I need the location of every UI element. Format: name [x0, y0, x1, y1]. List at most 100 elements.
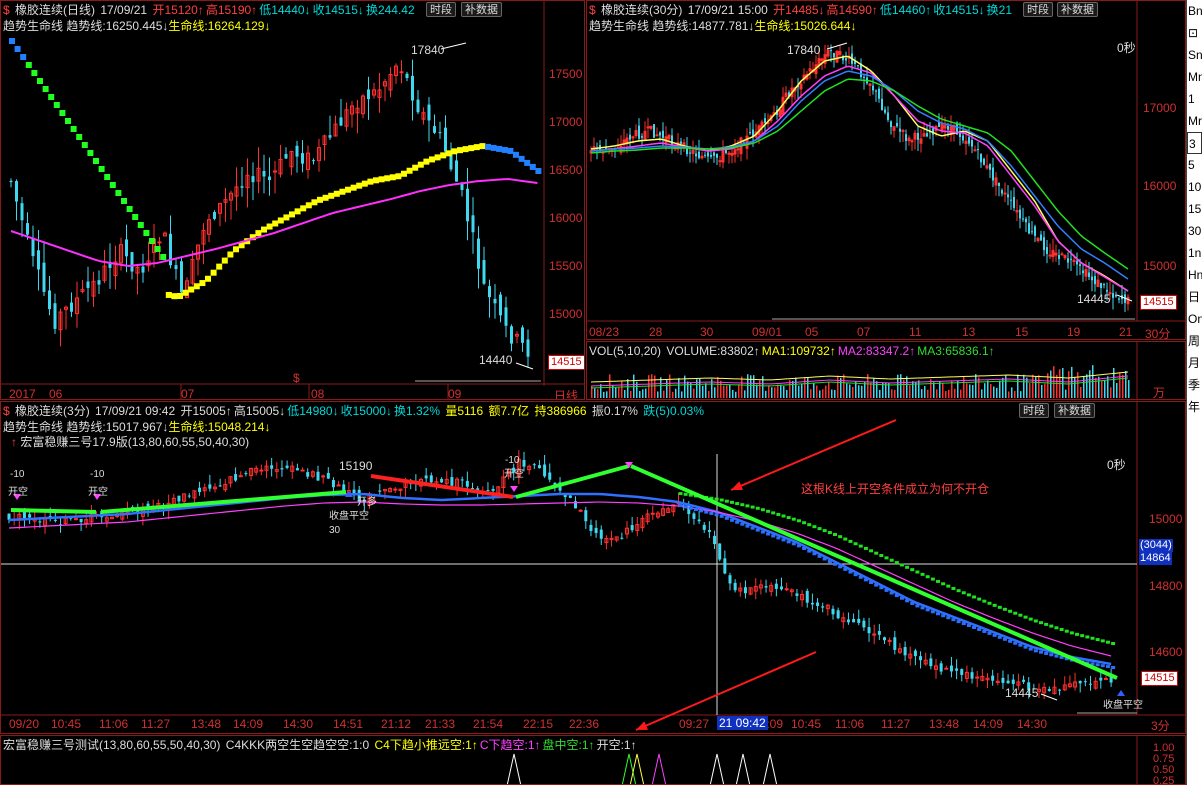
volume-bar: [960, 389, 962, 398]
m30-low-label: 14445: [1077, 292, 1111, 306]
sidebar-period-7[interactable]: 5: [1187, 154, 1202, 176]
trend-square: [289, 211, 295, 218]
m3-xtick: 14:30: [1017, 717, 1048, 731]
volume-bar: [765, 390, 767, 398]
sidebar-period-11[interactable]: 1n: [1187, 242, 1202, 264]
life-square: [781, 514, 786, 518]
volume-bar: [1098, 376, 1100, 398]
volume-bar: [1065, 389, 1067, 398]
candle-body: [9, 180, 13, 183]
sidebar-period-15[interactable]: 周: [1187, 330, 1202, 352]
m30-xtick: 30: [700, 325, 714, 339]
life-square: [1033, 619, 1038, 623]
m3-xtick: 22:36: [569, 717, 600, 731]
trend-square: [109, 182, 116, 188]
volume-bar: [1101, 380, 1103, 398]
candle-body: [493, 298, 497, 304]
m3-xtick: 14:09: [973, 717, 1004, 731]
candle-body: [1046, 247, 1048, 254]
indicator-ytick: 0.25: [1153, 775, 1175, 785]
m30-high-label: 17840: [787, 43, 821, 57]
sidebar-period-10[interactable]: 30: [1187, 220, 1202, 242]
m30-chart-pane[interactable]: $ 橡胶连续(30分) 17/09/21 15:00 开14485↓ 高14590…: [586, 0, 1186, 340]
volume-bar: [834, 389, 836, 398]
trend-square: [350, 184, 357, 191]
volume-bar: [678, 377, 680, 398]
volume-bar: [792, 380, 794, 398]
sidebar-period-5[interactable]: Mr: [1187, 110, 1202, 132]
candle-body: [424, 475, 428, 479]
candle-body: [130, 252, 134, 272]
sidebar-period-13[interactable]: 日: [1187, 286, 1202, 308]
trend-square: [216, 263, 223, 270]
candle-body: [20, 203, 24, 221]
candle-body: [589, 524, 593, 531]
trend-square: [356, 182, 363, 189]
candle-body: [713, 152, 715, 156]
candle-body: [728, 575, 732, 584]
life-square: [724, 499, 729, 503]
indicator-pane[interactable]: 宏富稳赚三号测试(13,80,60,55,50,40,30) C4KKK两空生空…: [0, 735, 1186, 785]
volume-bar: [909, 385, 911, 398]
volume-bar: [1014, 390, 1016, 398]
sidebar-period-18[interactable]: 年: [1187, 396, 1202, 418]
trend-square: [853, 573, 858, 577]
daily-high-label: 17840: [411, 43, 445, 57]
volume-bar: [1011, 387, 1013, 398]
sidebar-period-6[interactable]: 3: [1187, 132, 1202, 154]
trend-square: [899, 596, 904, 600]
trend-square: [925, 608, 930, 612]
trend-line: [8, 492, 1112, 666]
volume-bar: [672, 391, 674, 398]
volume-pane[interactable]: VOL(5,10,20) VOLUME:83802↑ MA1:109732↑ MA2…: [586, 341, 1186, 400]
sidebar-period-1[interactable]: ⊡: [1187, 22, 1202, 44]
candle-body: [962, 135, 964, 141]
trend-square: [87, 150, 94, 156]
volume-bar: [675, 388, 677, 398]
candle-body: [578, 509, 583, 512]
trend-square: [227, 251, 234, 258]
volume-bar: [693, 388, 695, 398]
daily-chart-pane[interactable]: $ 橡胶连续(日线) 17/09/21 开15120↑ 高15190↑ 低14440…: [0, 0, 585, 400]
candle-body: [284, 154, 288, 159]
trend-square: [915, 604, 920, 608]
m30-ytick: 17000: [1143, 101, 1177, 115]
candle-body: [1040, 234, 1042, 241]
candle-body: [1001, 190, 1003, 194]
daily-candles: [1, 1, 584, 399]
sidebar-period-3[interactable]: Mn: [1187, 66, 1202, 88]
candle-body: [968, 137, 970, 144]
candle-body: [1091, 276, 1093, 281]
life-square: [822, 529, 827, 533]
signal-n10: -10: [505, 455, 520, 466]
candle-body: [1076, 261, 1078, 265]
sidebar-period-12[interactable]: Hn: [1187, 264, 1202, 286]
volume-bar: [936, 389, 938, 398]
sidebar-period-14[interactable]: On: [1187, 308, 1202, 330]
sidebar-period-16[interactable]: 月: [1187, 352, 1202, 374]
volume-bar: [681, 391, 683, 398]
volume-bar: [996, 387, 998, 398]
volume-bar: [1113, 367, 1115, 398]
sidebar-period-17[interactable]: 季: [1187, 374, 1202, 396]
candle-body: [174, 265, 178, 270]
sidebar-period-8[interactable]: 10: [1187, 176, 1202, 198]
life-square: [1028, 617, 1033, 621]
volume-bar: [828, 381, 830, 398]
candle-body: [733, 582, 737, 591]
volume-bar: [894, 389, 896, 398]
m3-chart-pane[interactable]: $ 橡胶连续(3分) 17/09/21 09:42 开15005↑ 高15005↓…: [0, 401, 1186, 734]
candle-body: [22, 512, 26, 518]
daily-price-box: 14515: [548, 355, 584, 370]
sidebar-period-2[interactable]: Sn: [1187, 44, 1202, 66]
candle-body: [1103, 284, 1105, 286]
sidebar-period-4[interactable]: 1: [1187, 88, 1202, 110]
sidebar-period-0[interactable]: Bn: [1187, 0, 1202, 22]
trend-square: [283, 214, 290, 221]
candle-body: [522, 459, 526, 467]
trend-square: [776, 536, 781, 540]
sidebar-period-9[interactable]: 15: [1187, 198, 1202, 220]
volume-bar: [822, 389, 824, 398]
trend-square: [688, 506, 693, 510]
trend-square: [412, 164, 419, 171]
